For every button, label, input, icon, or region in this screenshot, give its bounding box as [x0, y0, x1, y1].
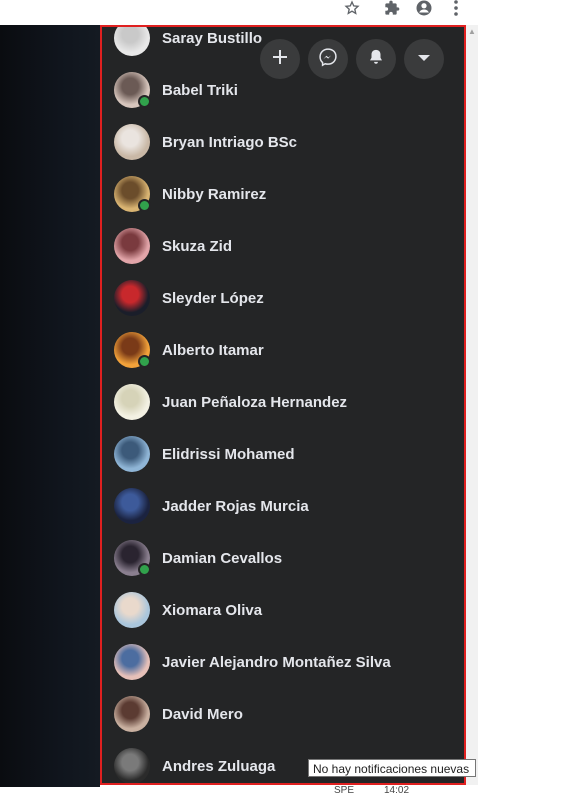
bell-icon [367, 48, 385, 71]
taskbar-clock: 14:02 [384, 785, 410, 796]
contact-name: Alberto Itamar [162, 341, 264, 359]
avatar-image [114, 124, 150, 160]
online-status-dot [138, 95, 151, 108]
contact-name: Javier Alejandro Montañez Silva [162, 653, 391, 671]
avatar [114, 72, 151, 108]
contact-row[interactable]: Sleyder López [114, 278, 454, 318]
avatar [114, 488, 150, 524]
avatar-image [114, 27, 150, 56]
avatar [114, 748, 150, 783]
avatar [114, 644, 150, 680]
account-menu-button[interactable] [404, 39, 444, 79]
avatar [114, 436, 150, 472]
contact-name: Xiomara Oliva [162, 601, 263, 619]
avatar [114, 540, 151, 576]
contact-name: David Mero [162, 705, 243, 723]
avatar-image [114, 436, 150, 472]
contact-name: Bryan Intriago BSc [162, 133, 298, 151]
messenger-button[interactable] [308, 39, 348, 79]
avatar [114, 592, 150, 628]
contact-row[interactable]: Skuza Zid [114, 226, 454, 266]
star-icon[interactable] [342, 0, 362, 16]
avatar [114, 176, 151, 212]
contact-row[interactable]: Alberto Itamar [114, 330, 454, 370]
contact-name: Juan Peñaloza Hernandez [162, 393, 348, 411]
avatar-image [114, 644, 150, 680]
plus-icon [272, 49, 288, 70]
contact-name: Andres Zuluaga [162, 757, 276, 775]
avatar [114, 332, 151, 368]
new-message-button[interactable] [260, 39, 300, 79]
contact-row[interactable]: David Mero [114, 694, 454, 734]
avatar [114, 124, 150, 160]
contact-name: Skuza Zid [162, 237, 233, 255]
taskbar: SPE 14:02 [0, 785, 564, 807]
contact-row[interactable]: Bryan Intriago BSc [114, 122, 454, 162]
contact-name: Nibby Ramirez [162, 185, 267, 203]
browser-toolbar [0, 0, 564, 25]
avatar-image [114, 592, 150, 628]
contact-row[interactable]: Javier Alejandro Montañez Silva [114, 642, 454, 682]
contact-row[interactable]: Juan Peñaloza Hernandez [114, 382, 454, 422]
avatar [114, 27, 150, 56]
contact-row[interactable]: Damian Cevallos [114, 538, 454, 578]
contact-name: Saray Bustillo [162, 29, 263, 47]
contact-name: Babel Triki [162, 81, 238, 99]
contact-name: Sleyder López [162, 289, 264, 307]
contact-row[interactable]: Nibby Ramirez [114, 174, 454, 214]
page-background [0, 25, 100, 787]
avatar [114, 696, 150, 732]
avatar [114, 384, 150, 420]
taskbar-fragment-left: SPE [334, 785, 355, 796]
contact-row[interactable]: Xiomara Oliva [114, 590, 454, 630]
extension-icon[interactable] [382, 0, 402, 16]
chevron-down-icon [417, 50, 431, 68]
contact-name: Elidrissi Mohamed [162, 445, 295, 463]
online-status-dot [138, 199, 151, 212]
avatar [114, 280, 150, 316]
online-status-dot [138, 355, 151, 368]
notifications-tooltip: No hay notificaciones nuevas [308, 759, 476, 777]
avatar-image [114, 748, 150, 783]
contact-name: Jadder Rojas Murcia [162, 497, 309, 515]
avatar-image [114, 488, 150, 524]
avatar-image [114, 384, 150, 420]
avatar-image [114, 696, 150, 732]
scrollbar-track[interactable] [466, 25, 478, 785]
menu-dots-icon[interactable] [446, 0, 466, 16]
contact-row[interactable]: Jadder Rojas Murcia [114, 486, 454, 526]
scroll-up-arrow-icon[interactable]: ▲ [467, 27, 477, 37]
avatar [114, 228, 150, 264]
avatar-image [114, 228, 150, 264]
notifications-button[interactable] [356, 39, 396, 79]
online-status-dot [138, 563, 151, 576]
contact-name: Damian Cevallos [162, 549, 283, 567]
profile-icon[interactable] [414, 0, 434, 16]
contact-row[interactable]: Elidrissi Mohamed [114, 434, 454, 474]
avatar-image [114, 280, 150, 316]
messenger-icon [318, 47, 338, 72]
contacts-panel: Saray Bustillo Babel Triki Bryan Intriago … [100, 25, 466, 785]
